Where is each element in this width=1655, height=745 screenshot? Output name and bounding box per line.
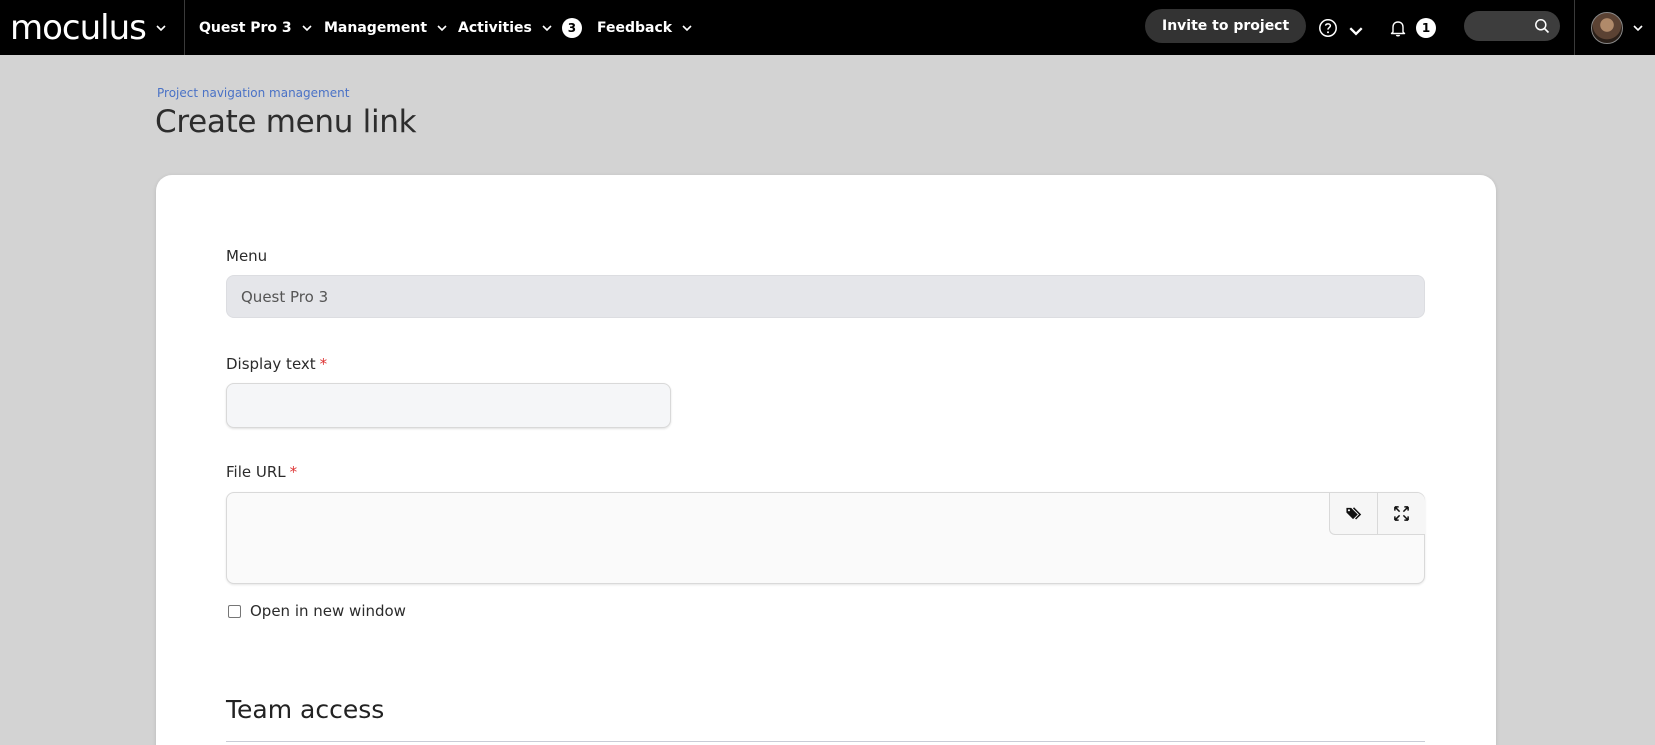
open-new-window-row: Open in new window xyxy=(228,602,406,620)
chevron-down-icon xyxy=(1631,21,1645,35)
display-text-field-label: Display text * xyxy=(226,355,328,373)
breadcrumb[interactable]: Project navigation management xyxy=(157,86,349,100)
menu-field: Quest Pro 3 xyxy=(226,275,1425,318)
required-marker: * xyxy=(319,355,328,373)
bell-icon xyxy=(1388,18,1408,38)
invite-to-project-button[interactable]: Invite to project xyxy=(1145,9,1307,43)
notifications-button[interactable]: 1 xyxy=(1388,0,1436,55)
nav-feedback-label: Feedback xyxy=(597,19,673,36)
chevron-down-icon xyxy=(680,21,694,35)
expand-editor-button[interactable] xyxy=(1377,493,1425,535)
nav-project-label: Quest Pro 3 xyxy=(199,19,292,36)
help-menu[interactable] xyxy=(1318,0,1363,55)
team-access-heading: Team access xyxy=(226,695,385,724)
avatar xyxy=(1591,11,1623,44)
chevron-down-icon xyxy=(154,21,168,35)
open-new-window-label[interactable]: Open in new window xyxy=(250,602,406,620)
search-icon xyxy=(1534,18,1550,34)
brand-menu[interactable]: moculus xyxy=(0,0,185,55)
file-url-input[interactable] xyxy=(227,493,1327,583)
chevron-down-icon xyxy=(1346,21,1363,35)
notifications-count-badge: 1 xyxy=(1416,17,1436,38)
user-menu[interactable] xyxy=(1574,0,1655,55)
nav-feedback-menu[interactable]: Feedback xyxy=(597,0,694,55)
open-new-window-checkbox[interactable] xyxy=(228,604,241,618)
nav-activities-label: Activities xyxy=(458,19,532,36)
file-url-field-label: File URL * xyxy=(226,463,298,481)
nav-project-menu[interactable]: Quest Pro 3 xyxy=(199,0,314,55)
search-input[interactable] xyxy=(1464,11,1560,41)
nav-activities-menu[interactable]: Activities 3 xyxy=(458,0,582,55)
chevron-down-icon xyxy=(435,21,449,35)
required-marker: * xyxy=(289,463,298,481)
activities-count-badge: 3 xyxy=(561,17,582,38)
page-title: Create menu link xyxy=(155,104,417,140)
expand-icon xyxy=(1393,505,1410,522)
brand-logo: moculus xyxy=(10,7,147,48)
top-navbar: moculus Quest Pro 3 Management Activitie… xyxy=(0,0,1655,55)
tags-icon xyxy=(1345,505,1362,522)
help-circle-icon xyxy=(1318,18,1338,38)
menu-field-label: Menu xyxy=(226,247,268,265)
display-text-input[interactable] xyxy=(226,383,671,428)
file-url-editor xyxy=(226,492,1425,584)
section-divider xyxy=(226,741,1425,742)
chevron-down-icon xyxy=(300,21,314,35)
chevron-down-icon xyxy=(540,21,554,35)
insert-tags-button[interactable] xyxy=(1329,493,1377,535)
nav-management-menu[interactable]: Management xyxy=(324,0,449,55)
nav-management-label: Management xyxy=(324,19,428,36)
form-card: Menu Quest Pro 3 Display text * File URL *… xyxy=(156,175,1496,745)
